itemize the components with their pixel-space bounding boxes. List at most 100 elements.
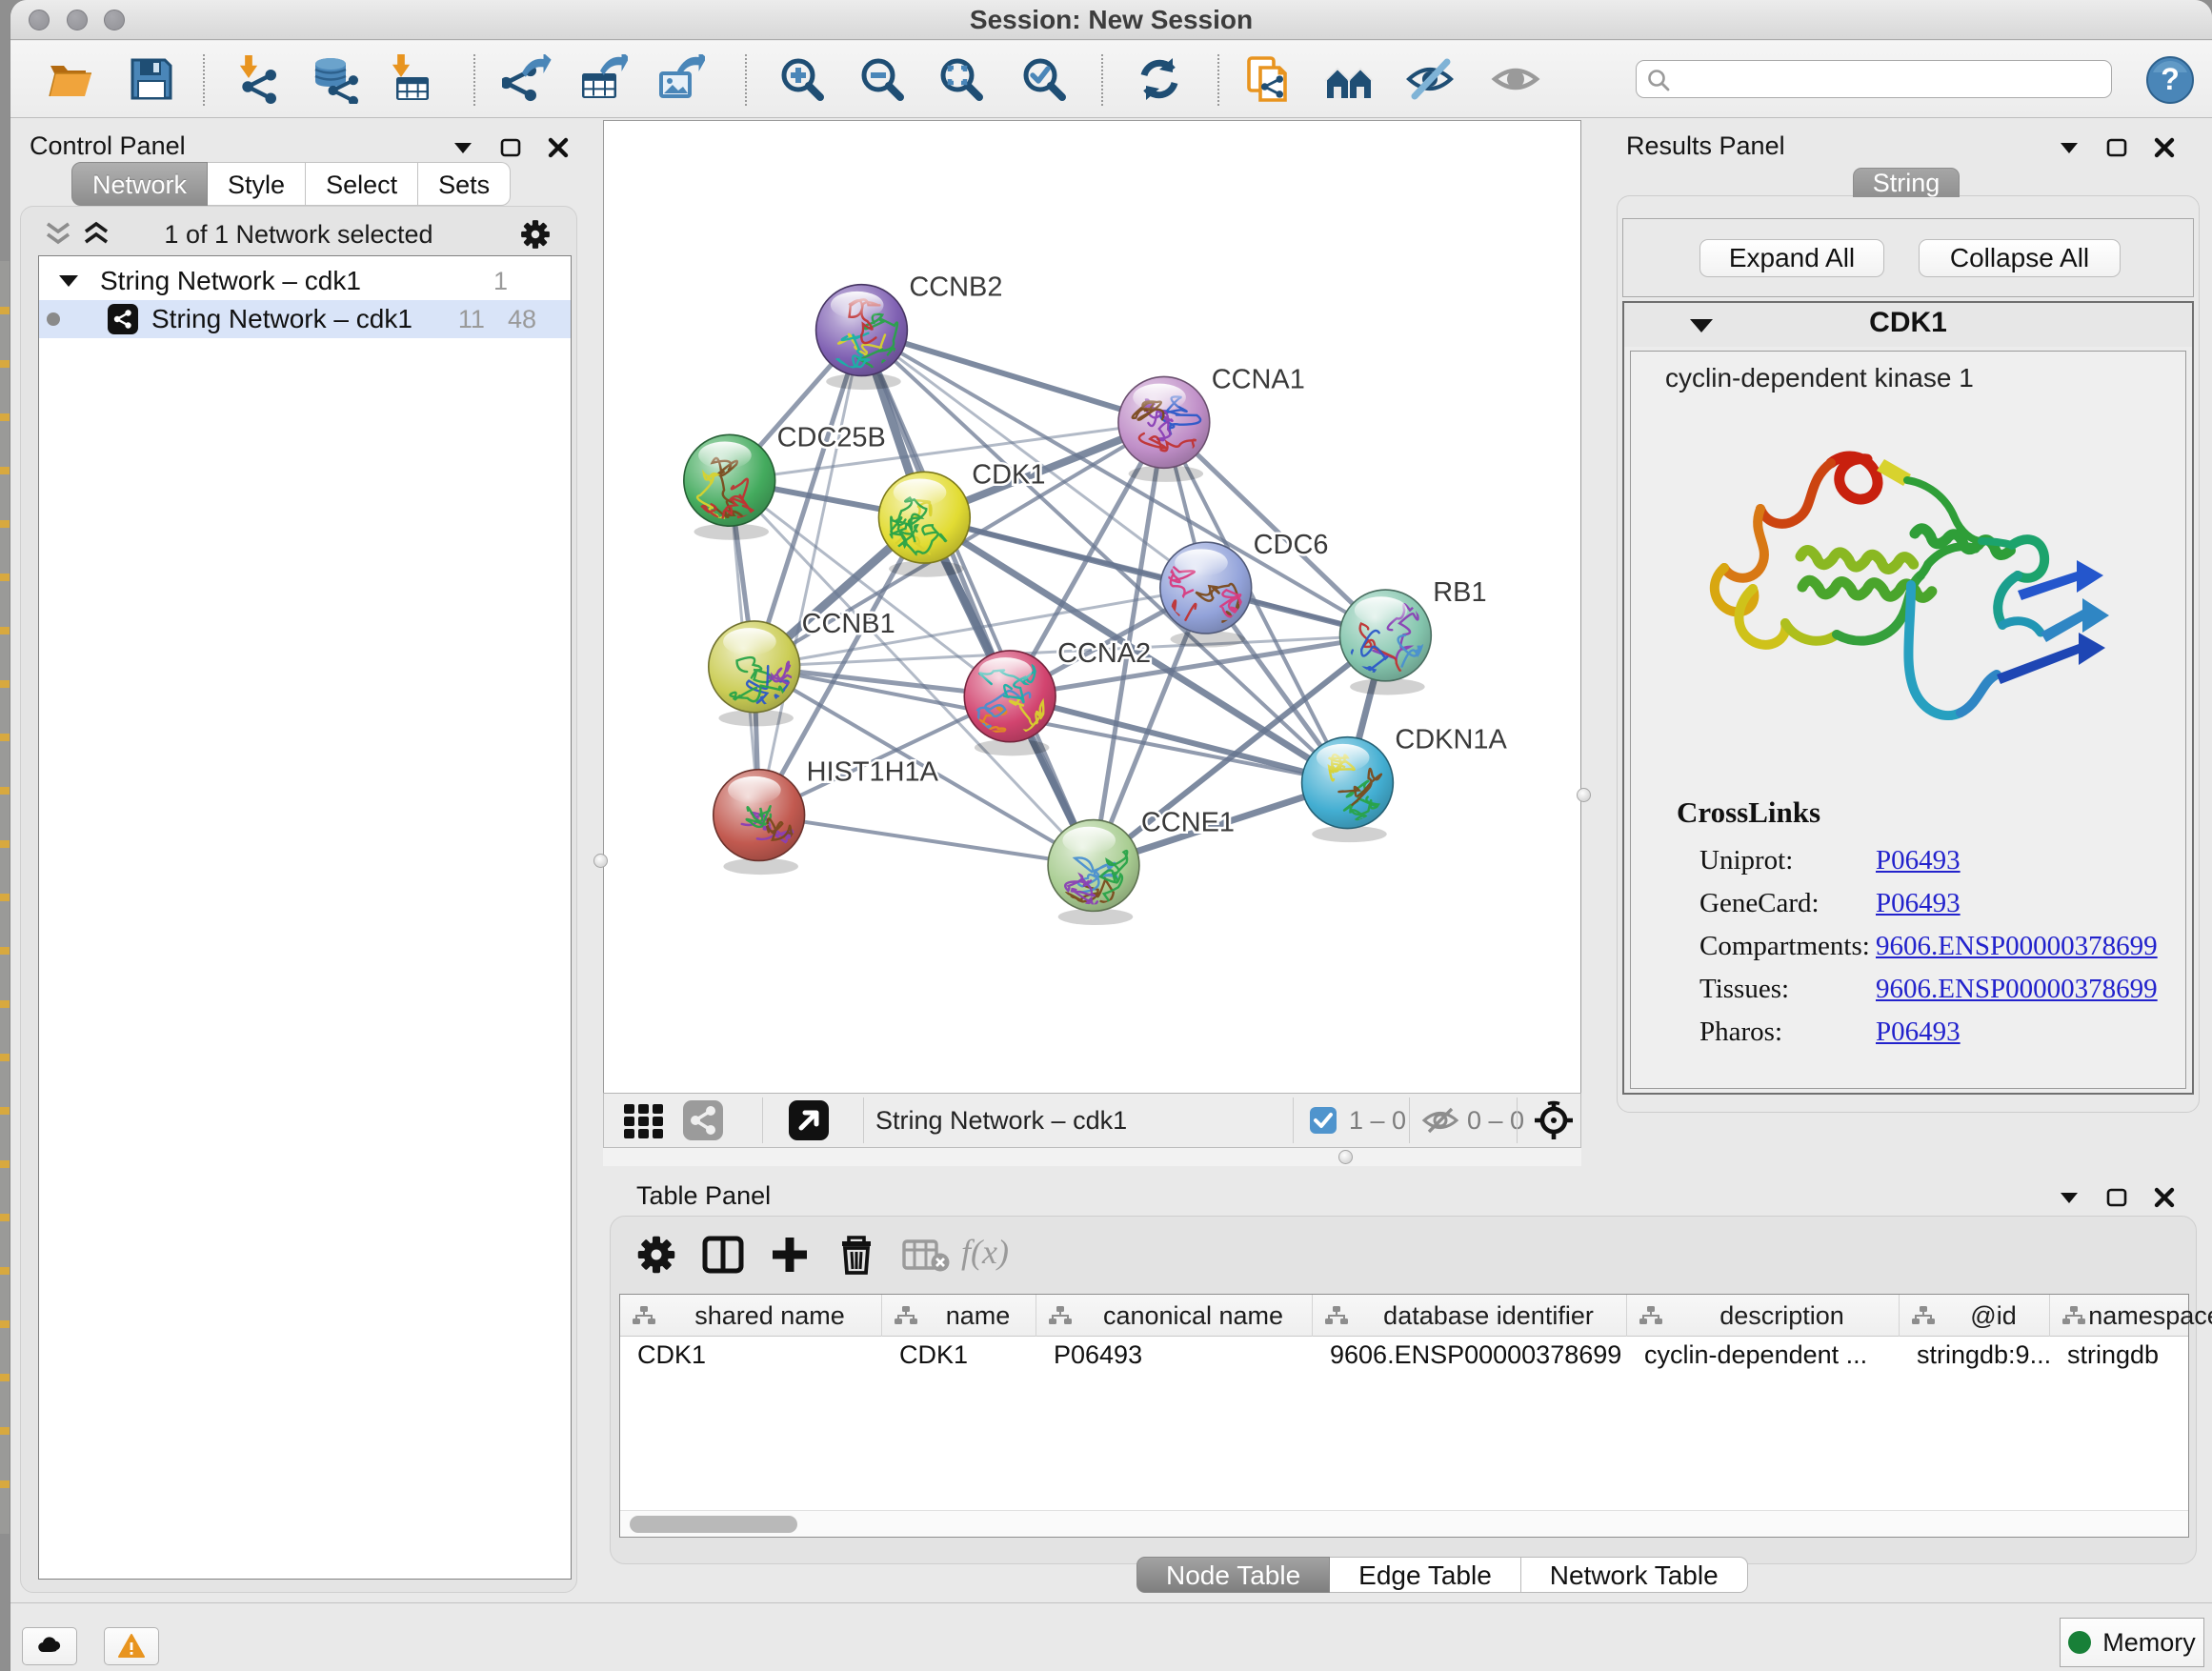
- column-type-icon: [894, 1304, 918, 1327]
- maximize-panel-icon[interactable]: [2104, 135, 2129, 160]
- crosslink-label: Pharos:: [1699, 1017, 1876, 1059]
- column-header-namespace[interactable]: namespace: [2050, 1295, 2212, 1337]
- splitter-handle[interactable]: [1577, 788, 1591, 802]
- network-node-CDC25B[interactable]: [684, 434, 775, 539]
- show-all-icon[interactable]: [1491, 54, 1540, 104]
- column-header-description[interactable]: description: [1627, 1295, 1900, 1337]
- fit-selected-icon[interactable]: [1534, 1100, 1574, 1140]
- first-neighbors-icon[interactable]: [1324, 54, 1374, 104]
- crosslink-link[interactable]: P06493: [1876, 888, 1961, 931]
- zoom-fit-icon[interactable]: [936, 54, 986, 104]
- network-node-CCNB2[interactable]: [816, 285, 908, 390]
- add-column-icon[interactable]: [769, 1234, 811, 1276]
- table-cell: cyclin-dependent ...: [1627, 1340, 1900, 1370]
- collapse-all-button[interactable]: Collapse All: [1919, 239, 2121, 277]
- maximize-panel-icon[interactable]: [2104, 1185, 2129, 1210]
- hide-selected-icon[interactable]: [1405, 54, 1455, 104]
- open-file-icon[interactable]: [46, 54, 95, 104]
- results-tab-string[interactable]: String: [1853, 168, 1960, 197]
- table-cell: stringdb: [2050, 1340, 2212, 1370]
- network-node-CCNA2[interactable]: [964, 651, 1056, 755]
- memory-button[interactable]: Memory: [2060, 1618, 2204, 1667]
- warning-button[interactable]: [104, 1627, 159, 1665]
- column-header--id[interactable]: @id: [1900, 1295, 2050, 1337]
- node-label-RB1: RB1: [1433, 577, 1486, 608]
- network-edge[interactable]: [759, 331, 862, 815]
- search-input[interactable]: [1679, 63, 2098, 93]
- network-edge[interactable]: [759, 815, 1094, 866]
- network-edge[interactable]: [861, 331, 1163, 423]
- crosslink-link[interactable]: 9606.ENSP00000378699: [1876, 974, 2158, 1017]
- network-node-CCNE1[interactable]: [1048, 820, 1139, 925]
- float-panel-icon[interactable]: [2057, 1185, 2081, 1210]
- show-columns-icon[interactable]: [702, 1234, 744, 1276]
- export-image-icon[interactable]: [655, 54, 705, 104]
- network-row[interactable]: String Network – cdk1 11 48: [39, 300, 571, 338]
- splitter-handle[interactable]: [1338, 1150, 1353, 1164]
- save-session-icon[interactable]: [127, 54, 176, 104]
- table-tab-node-table[interactable]: Node Table: [1136, 1557, 1330, 1593]
- table-row[interactable]: CDK1CDK1P064939606.ENSP00000378699cyclin…: [620, 1338, 2188, 1373]
- zoom-selected-icon[interactable]: [1019, 54, 1069, 104]
- control-tab-style[interactable]: Style: [208, 162, 306, 206]
- crosslink-row: Pharos:P06493: [1699, 1017, 2157, 1059]
- scrollbar-thumb[interactable]: [630, 1516, 797, 1533]
- maximize-panel-icon[interactable]: [498, 135, 523, 160]
- zoom-in-icon[interactable]: [777, 54, 827, 104]
- crosslink-link[interactable]: 9606.ENSP00000378699: [1876, 931, 2158, 974]
- results-buttons-box: Expand All Collapse All: [1622, 218, 2194, 297]
- graphics-details-icon[interactable]: [682, 1099, 724, 1141]
- control-tab-sets[interactable]: Sets: [418, 162, 511, 206]
- import-database-icon[interactable]: [310, 54, 359, 104]
- refresh-icon[interactable]: [1135, 54, 1184, 104]
- selected-nodes-checkbox-icon[interactable]: [1309, 1106, 1337, 1135]
- protein-section-header[interactable]: CDK1: [1624, 303, 2192, 347]
- network-node-CCNB1[interactable]: [709, 621, 800, 726]
- import-table-icon[interactable]: [387, 54, 436, 104]
- column-header-shared-name[interactable]: shared name: [620, 1295, 882, 1337]
- hidden-eye-icon[interactable]: [1421, 1104, 1459, 1137]
- copy-style-icon[interactable]: [1243, 54, 1293, 104]
- network-view: CCNB2CCNA1CDC25BCDK1CDC6RB1CCNB1CCNA2CDK…: [599, 118, 1586, 1166]
- control-tab-network[interactable]: Network: [71, 162, 208, 206]
- cloud-button[interactable]: [22, 1627, 77, 1665]
- network-node-HIST1H1A[interactable]: [714, 770, 805, 875]
- delete-table-icon[interactable]: [902, 1234, 950, 1276]
- splitter-handle[interactable]: [593, 854, 608, 868]
- column-header-database-identifier[interactable]: database identifier: [1313, 1295, 1627, 1337]
- table-options-gear-icon[interactable]: [635, 1234, 677, 1276]
- import-network-icon[interactable]: [233, 54, 283, 104]
- horizontal-splitter[interactable]: [603, 1148, 1581, 1166]
- network-canvas[interactable]: CCNB2CCNA1CDC25BCDK1CDC6RB1CCNB1CCNA2CDK…: [603, 120, 1581, 1094]
- table-tab-edge-table[interactable]: Edge Table: [1330, 1557, 1521, 1593]
- network-collection-row[interactable]: String Network – cdk1 1: [39, 262, 571, 300]
- crosslink-link[interactable]: P06493: [1876, 1017, 1961, 1059]
- crosslink-link[interactable]: P06493: [1876, 845, 1961, 888]
- close-panel-icon[interactable]: [546, 135, 571, 160]
- close-panel-icon[interactable]: [2152, 1185, 2177, 1210]
- help-button[interactable]: ?: [2145, 55, 2195, 105]
- network-node-CDKN1A[interactable]: [1302, 737, 1394, 842]
- column-header-name[interactable]: name: [882, 1295, 1036, 1337]
- table-tab-network-table[interactable]: Network Table: [1521, 1557, 1748, 1593]
- selected-count: 1 – 0: [1349, 1094, 1406, 1147]
- open-in-new-window-icon[interactable]: [788, 1099, 830, 1141]
- network-options-gear-icon[interactable]: [519, 218, 552, 251]
- delete-column-icon[interactable]: [835, 1234, 877, 1276]
- birds-eye-view-icon[interactable]: [622, 1098, 666, 1142]
- float-panel-icon[interactable]: [451, 135, 475, 160]
- float-panel-icon[interactable]: [2057, 135, 2081, 160]
- network-node-RB1[interactable]: [1339, 590, 1431, 695]
- memory-label: Memory: [2102, 1628, 2196, 1658]
- close-panel-icon[interactable]: [2152, 135, 2177, 160]
- zoom-out-icon[interactable]: [857, 54, 907, 104]
- control-tab-select[interactable]: Select: [306, 162, 418, 206]
- expand-all-button[interactable]: Expand All: [1699, 239, 1884, 277]
- collection-expand-icon[interactable]: [58, 273, 79, 289]
- table-horizontal-scrollbar[interactable]: [620, 1510, 2188, 1537]
- export-table-icon[interactable]: [578, 54, 628, 104]
- export-network-icon[interactable]: [502, 54, 552, 104]
- column-header-canonical-name[interactable]: canonical name: [1036, 1295, 1313, 1337]
- function-builder-icon[interactable]: f(x): [961, 1232, 1009, 1272]
- network-node-CCNA1[interactable]: [1118, 376, 1210, 481]
